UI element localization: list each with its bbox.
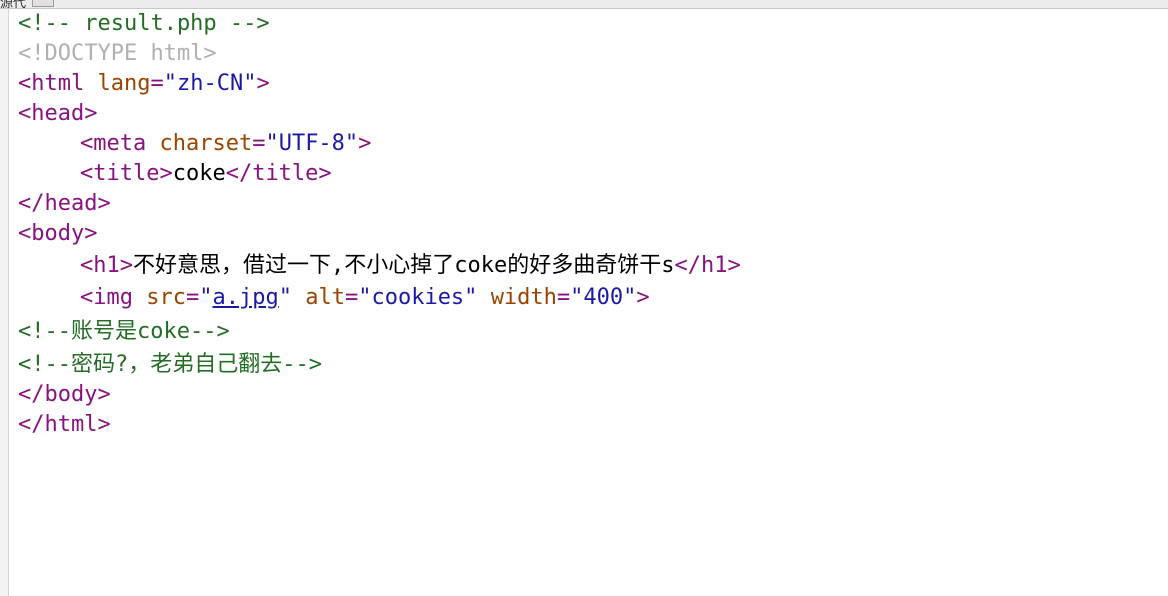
comment-result-php: <!-- result.php --> bbox=[18, 11, 270, 36]
h1-text: 不好意思，借过一下,不小心掉了coke的好多曲奇饼干s bbox=[132, 253, 675, 278]
attr-value-charset: "UTF-8" bbox=[265, 131, 359, 156]
source-code-view: <!-- result.php --> <!DOCTYPE html> <htm… bbox=[18, 9, 1158, 440]
source-line: </head> bbox=[18, 189, 1158, 219]
source-line: <head> bbox=[18, 99, 1158, 129]
title-tag-close: </title> bbox=[225, 161, 332, 186]
comment-password: <!--密码?，老弟自己翻去--> bbox=[18, 352, 322, 377]
comment-account: <!--账号是coke--> bbox=[18, 319, 230, 344]
attr-name-lang: lang bbox=[97, 71, 151, 96]
attr-name-charset: charset bbox=[159, 131, 253, 156]
head-tag-close: </head> bbox=[18, 191, 111, 216]
attr-name-src: src bbox=[146, 285, 186, 310]
attr-value-lang: "zh-CN" bbox=[163, 71, 257, 96]
doctype: <!DOCTYPE html> bbox=[18, 41, 217, 66]
body-tag-close: </body> bbox=[18, 382, 111, 407]
equals-sign: = bbox=[344, 285, 359, 310]
source-line: <html lang="zh-CN"> bbox=[18, 69, 1158, 99]
attr-name-width: width bbox=[490, 285, 557, 310]
equals-sign: = bbox=[150, 71, 164, 96]
equals-sign: = bbox=[252, 131, 266, 156]
quote-mark: " bbox=[199, 285, 213, 310]
h1-tag-close: </h1> bbox=[674, 253, 741, 278]
attr-name-alt: alt bbox=[305, 285, 345, 310]
tag-close-bracket: > bbox=[358, 131, 372, 156]
html-tag-open: <html bbox=[18, 71, 85, 96]
attr-value-alt: "cookies" bbox=[358, 285, 478, 310]
source-line: <!--密码?，老弟自己翻去--> bbox=[18, 350, 1158, 380]
tag-close-bracket: > bbox=[636, 285, 650, 310]
meta-tag-open: <meta bbox=[80, 131, 147, 156]
title-text: coke bbox=[172, 161, 226, 186]
source-line: <h1>不好意思，借过一下,不小心掉了coke的好多曲奇饼干s</h1> bbox=[18, 249, 1158, 283]
line-gutter bbox=[0, 9, 9, 596]
attr-value-width: "400" bbox=[570, 285, 637, 310]
title-tag-open: <title> bbox=[80, 161, 173, 186]
source-line: <meta charset="UTF-8"> bbox=[18, 129, 1158, 159]
source-line: </html> bbox=[18, 410, 1158, 440]
source-line: </body> bbox=[18, 380, 1158, 410]
src-link[interactable]: a.jpg bbox=[212, 285, 278, 310]
source-line: <!--账号是coke--> bbox=[18, 313, 1158, 350]
quote-mark: " bbox=[278, 285, 292, 310]
window-title: 源代 bbox=[0, 0, 27, 9]
tag-close-bracket: > bbox=[256, 71, 270, 96]
source-line: <body> bbox=[18, 219, 1158, 249]
source-line: <title>coke</title> bbox=[18, 159, 1158, 189]
equals-sign: = bbox=[185, 285, 200, 310]
h1-tag-open: <h1> bbox=[80, 253, 133, 278]
img-tag-open: <img bbox=[80, 285, 133, 310]
window-title-bar: 源代 bbox=[0, 0, 1168, 9]
toolbar-button[interactable] bbox=[32, 0, 54, 7]
body-tag-open: <body> bbox=[18, 221, 98, 246]
source-line: <img src="a.jpg" alt="cookies" width="40… bbox=[18, 283, 1158, 313]
equals-sign: = bbox=[556, 285, 571, 310]
head-tag-open: <head> bbox=[18, 101, 98, 126]
source-line: <!-- result.php --> bbox=[18, 9, 1158, 39]
html-tag-close: </html> bbox=[18, 412, 111, 437]
source-line: <!DOCTYPE html> bbox=[18, 39, 1158, 69]
